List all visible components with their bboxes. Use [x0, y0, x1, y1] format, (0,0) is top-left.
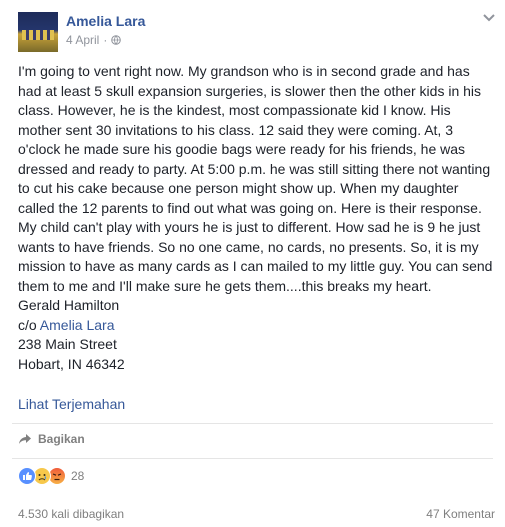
- author-name[interactable]: Amelia Lara: [66, 13, 145, 29]
- share-button[interactable]: Bagikan: [18, 432, 85, 446]
- post-body-text: I'm going to vent right now. My grandson…: [18, 63, 493, 333]
- meta-separator: ·: [103, 33, 108, 47]
- post-date[interactable]: 4 April: [66, 33, 99, 47]
- post-body-address: 238 Main Street Hobart, IN 46342: [18, 336, 125, 372]
- reactions-summary[interactable]: 28: [18, 467, 84, 485]
- author-mention-link[interactable]: Amelia Lara: [40, 317, 115, 333]
- share-label: Bagikan: [38, 432, 85, 446]
- share-arrow-icon: [19, 434, 31, 444]
- post-meta: 4 April ·: [66, 33, 122, 47]
- post-header: Amelia Lara 4 April ·: [0, 0, 505, 60]
- comment-count[interactable]: 47 Komentar: [426, 507, 495, 521]
- post-footer: 4.530 kali dibagikan 47 Komentar: [18, 507, 495, 521]
- divider: [12, 423, 493, 424]
- share-count[interactable]: 4.530 kali dibagikan: [18, 507, 124, 521]
- post-body: I'm going to vent right now. My grandson…: [18, 62, 496, 374]
- like-icon: [18, 467, 36, 485]
- reaction-count: 28: [71, 469, 85, 483]
- divider: [12, 458, 493, 459]
- author-avatar[interactable]: [18, 12, 58, 52]
- globe-icon[interactable]: [111, 35, 122, 45]
- see-translation-link[interactable]: Lihat Terjemahan: [18, 396, 125, 412]
- chevron-down-icon[interactable]: [482, 13, 496, 23]
